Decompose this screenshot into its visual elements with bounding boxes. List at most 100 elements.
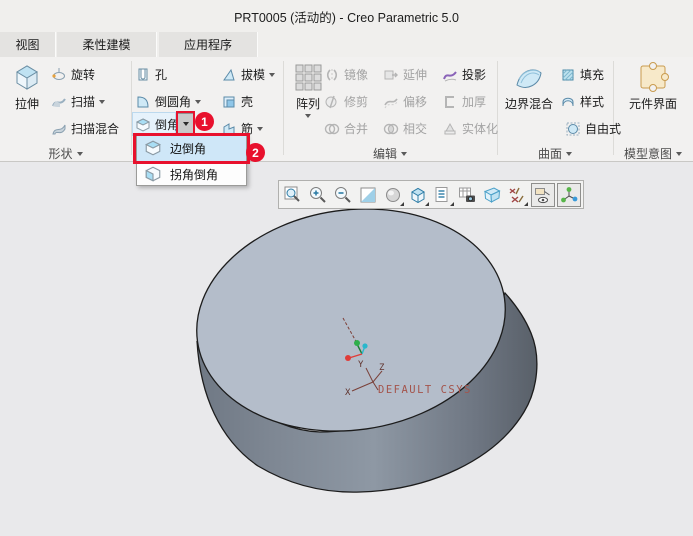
- style-icon: [560, 94, 576, 110]
- annotation-display-icon: [533, 185, 553, 205]
- perspective-button[interactable]: [480, 182, 505, 207]
- creo-window: PRT0005 (活动的) - Creo Parametric 5.0 视图 柔…: [0, 0, 693, 533]
- thicken-icon: [442, 94, 458, 110]
- ribbon-button-mirror: 镜像: [324, 64, 368, 85]
- extend-icon: [383, 67, 399, 83]
- section-label-shapes[interactable]: 形状: [0, 146, 131, 161]
- spin-center-button[interactable]: [557, 183, 581, 207]
- view-manager-button[interactable]: [455, 182, 480, 207]
- tab-applications-label: 应用程序: [184, 36, 232, 53]
- ribbon-button-draft[interactable]: 拔模: [221, 64, 275, 85]
- ribbon-button-fill[interactable]: 填充: [560, 64, 604, 85]
- pattern-icon: [292, 61, 324, 93]
- model-canvas: X Y Z DEFAULT CSYS: [0, 162, 693, 533]
- tab-view-label: 视图: [15, 36, 39, 53]
- corner-chamfer-icon: [144, 165, 162, 183]
- tab-flexible-modeling-label: 柔性建模: [82, 36, 130, 53]
- shell-icon: [221, 94, 237, 110]
- spin-center-icon: [559, 185, 579, 205]
- boundary-blend-icon: [513, 61, 545, 93]
- extrude-label: 拉伸: [15, 95, 39, 112]
- callout-badge-2: 2: [246, 143, 265, 162]
- ribbon-button-revolve[interactable]: 旋转: [51, 64, 95, 85]
- ribbon-separator: [131, 61, 132, 155]
- zoom-region-icon: [283, 185, 303, 205]
- chamfer-icon: [135, 117, 151, 133]
- title-bar: PRT0005 (活动的) - Creo Parametric 5.0: [0, 0, 693, 32]
- ribbon-button-freestyle[interactable]: 自由式: [565, 118, 621, 139]
- ribbon-separator: [613, 61, 614, 155]
- zoom-in-icon: [308, 185, 328, 205]
- draft-icon: [221, 67, 237, 83]
- ribbon-button-style[interactable]: 样式: [560, 91, 604, 112]
- merge-icon: [324, 121, 340, 137]
- round-icon: [135, 94, 151, 110]
- ribbon-button-component-interface[interactable]: 元件界面: [617, 61, 689, 112]
- sweep-icon: [51, 94, 67, 110]
- zoom-region-button[interactable]: [281, 182, 306, 207]
- chevron-down-icon: [676, 152, 682, 156]
- ribbon-button-intersect: 相交: [383, 118, 427, 139]
- csys-label: DEFAULT CSYS: [378, 384, 472, 396]
- shading-style-button[interactable]: [380, 182, 405, 207]
- window-title: PRT0005 (活动的) - Creo Parametric 5.0: [234, 7, 459, 26]
- zoom-out-button[interactable]: [331, 182, 356, 207]
- extrude-icon: [11, 61, 43, 93]
- callout-box-2: [133, 133, 250, 164]
- graphics-toolbar: [278, 180, 584, 209]
- tab-applications[interactable]: 应用程序: [159, 32, 258, 57]
- ribbon-button-pattern[interactable]: 阵列: [288, 61, 328, 118]
- tab-flexible-modeling[interactable]: 柔性建模: [57, 32, 157, 57]
- zoom-in-button[interactable]: [306, 182, 331, 207]
- fill-icon: [560, 67, 576, 83]
- section-label-surface[interactable]: 曲面: [497, 146, 613, 161]
- revolve-icon: [51, 67, 67, 83]
- view-manager-icon: [457, 185, 477, 205]
- ribbon-button-sweep[interactable]: 扫描: [51, 91, 105, 112]
- shading-style-icon: [383, 185, 403, 205]
- callout-badge-1: 1: [195, 112, 214, 131]
- section-label-edit[interactable]: 编辑: [283, 146, 497, 161]
- ribbon-button-round[interactable]: 倒圆角: [135, 91, 201, 112]
- chevron-down-icon: [401, 152, 407, 156]
- ribbon-button-swept-blend[interactable]: 扫描混合: [51, 118, 119, 139]
- trim-icon: [324, 94, 340, 110]
- chevron-down-icon: [99, 100, 105, 104]
- ribbon-button-project[interactable]: 投影: [442, 64, 486, 85]
- saved-orientations-button[interactable]: [430, 182, 455, 207]
- ribbon-separator: [283, 61, 284, 155]
- ribbon-button-merge: 合并: [324, 118, 368, 139]
- datum-display-icon: [507, 185, 527, 205]
- display-style-button[interactable]: [405, 182, 430, 207]
- hole-icon: [135, 67, 151, 83]
- freestyle-icon: [565, 121, 581, 137]
- refit-icon: [358, 185, 378, 205]
- graphics-area[interactable]: X Y Z DEFAULT CSYS: [0, 162, 693, 533]
- section-label-model-intent[interactable]: 模型意图: [613, 146, 693, 161]
- ribbon: 拉伸 旋转 扫描 扫描混合 形状 孔 倒圆角: [0, 57, 693, 162]
- saved-orientations-icon: [432, 185, 452, 205]
- perspective-icon: [482, 185, 502, 205]
- annotation-display-button[interactable]: [531, 183, 555, 207]
- tab-view[interactable]: 视图: [0, 32, 56, 57]
- chevron-down-icon: [566, 152, 572, 156]
- datum-display-button[interactable]: [504, 182, 529, 207]
- project-icon: [442, 67, 458, 83]
- swept-blend-icon: [51, 121, 67, 137]
- ribbon-button-solidify: 实体化: [442, 118, 498, 139]
- menu-item-corner-chamfer[interactable]: 拐角倒角: [137, 161, 246, 187]
- chevron-down-icon: [195, 100, 201, 104]
- axis-label-z: Z: [379, 363, 385, 373]
- component-interface-icon: [637, 61, 669, 93]
- solidify-icon: [442, 121, 458, 137]
- ribbon-button-extrude[interactable]: 拉伸: [5, 61, 49, 112]
- chevron-down-icon: [269, 73, 275, 77]
- refit-button[interactable]: [355, 182, 380, 207]
- tab-strip: 视图 柔性建模 应用程序: [0, 32, 693, 57]
- ribbon-button-boundary-blend[interactable]: 边界混合: [501, 61, 557, 112]
- intersect-icon: [383, 121, 399, 137]
- ribbon-button-shell[interactable]: 壳: [221, 91, 253, 112]
- ribbon-button-chamfer[interactable]: 倒角: [135, 114, 179, 135]
- zoom-out-icon: [333, 185, 353, 205]
- ribbon-button-hole[interactable]: 孔: [135, 64, 167, 85]
